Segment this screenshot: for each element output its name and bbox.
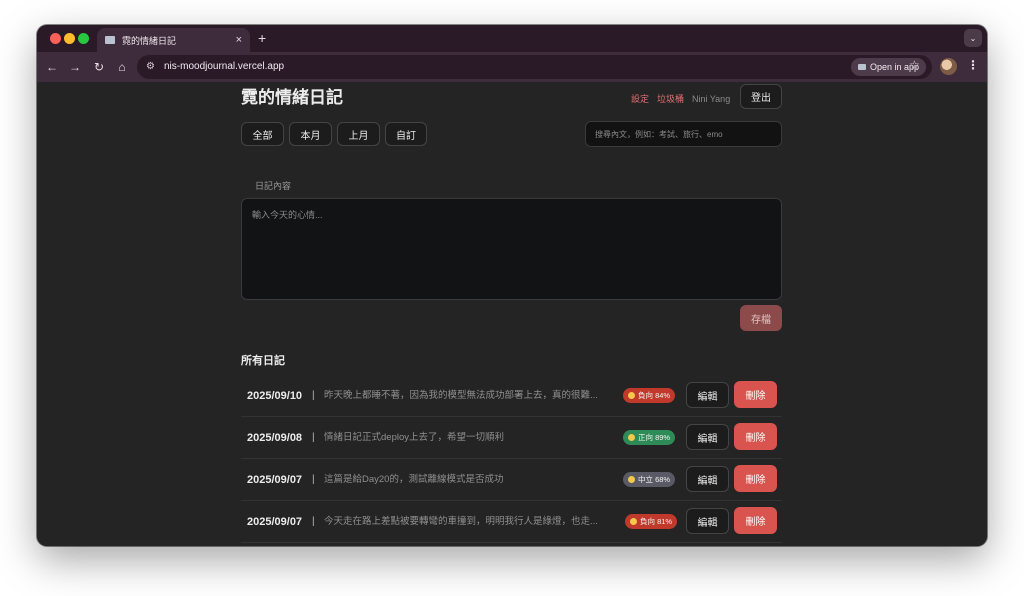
sentiment-badge: 中立 68% [623, 472, 676, 487]
search-input[interactable] [585, 121, 782, 147]
trash-link[interactable]: 垃圾桶 [657, 93, 684, 105]
tab-close-icon[interactable]: × [236, 34, 242, 46]
delete-button[interactable]: 刪除 [734, 507, 777, 534]
entry-row: 2025/09/07 | 這篇是給Day20的，測試離線模式是否成功 中立 68% 編輯… [241, 459, 782, 501]
filter-all-button[interactable]: 全部 [241, 122, 284, 146]
browser-window: 霓的情緒日記 × + ⌄ ← → ↻ ⌂ ⚙ nis-moodjournal.v… [37, 25, 987, 546]
sentiment-badge: 正向 89% [623, 430, 676, 445]
entry-separator: | [312, 390, 315, 401]
settings-link[interactable]: 設定 [631, 93, 649, 105]
home-icon[interactable]: ⌂ [114, 59, 130, 75]
entry-text: 這篇是給Day20的，測試離線模式是否成功 [324, 474, 504, 485]
delete-button[interactable]: 刪除 [734, 465, 777, 492]
sentiment-label: 負向 81% [640, 517, 673, 526]
edit-button[interactable]: 編輯 [686, 508, 729, 534]
entry-text: 情緒日記正式deploy上去了，希望一切順利 [324, 432, 504, 443]
tab-strip: 霓的情緒日記 × + ⌄ [37, 25, 987, 52]
entry-row: 2025/09/08 | 情緒日記正式deploy上去了，希望一切順利 正向 89% 編… [241, 417, 782, 459]
sentiment-badge: 負向 84% [623, 388, 676, 403]
entry-row: 2025/09/07 | 今天走在路上差點被要轉彎的車撞到，明明我行人是綠燈，也走.… [241, 501, 782, 543]
all-entries-title: 所有日記 [241, 355, 285, 367]
emoji-face-icon [628, 476, 635, 483]
emoji-face-icon [628, 392, 635, 399]
edit-button[interactable]: 編輯 [686, 382, 729, 408]
maximize-window-button[interactable] [78, 33, 89, 44]
sentiment-label: 負向 84% [638, 391, 671, 400]
entry-separator: | [312, 432, 315, 443]
entry-date: 2025/09/07 [247, 516, 303, 528]
sentiment-label: 正向 89% [638, 433, 671, 442]
browser-tab[interactable]: 霓的情緒日記 × [97, 28, 250, 52]
forward-arrow-icon[interactable]: → [67, 59, 83, 75]
delete-button[interactable]: 刪除 [734, 423, 777, 450]
entry-text: 今天走在路上差點被要轉彎的車撞到，明明我行人是綠燈，也走... [324, 516, 598, 527]
tab-title: 霓的情緒日記 [122, 35, 177, 46]
sentiment-label: 中立 68% [638, 475, 671, 484]
entry-row: 2025/09/10 | 昨天晚上都睡不著，因為我的模型無法成功部署上去，真的很難.… [241, 375, 782, 417]
filter-this-month-button[interactable]: 本月 [289, 122, 332, 146]
new-tab-button[interactable]: + [258, 30, 266, 46]
site-info-icon[interactable]: ⚙ [146, 61, 155, 73]
user-name: Nini Yang [692, 94, 731, 104]
edit-button[interactable]: 編輯 [686, 466, 729, 492]
entry-separator: | [312, 474, 315, 485]
sentiment-badge: 負向 81% [625, 514, 678, 529]
emoji-face-icon [630, 518, 637, 525]
entry-separator: | [312, 516, 315, 527]
more-menu-icon[interactable]: ⋮ [967, 58, 979, 72]
app-icon [857, 64, 866, 70]
logout-button[interactable]: 登出 [740, 84, 782, 109]
browser-toolbar: ← → ↻ ⌂ ⚙ nis-moodjournal.vercel.app Ope… [37, 52, 987, 82]
delete-button[interactable]: 刪除 [734, 381, 777, 408]
book-icon [105, 36, 115, 44]
page-content: 霓的情緒日記 設定 垃圾桶 Nini Yang 登出 全部 本月 上月 自訂 日… [37, 82, 987, 546]
page-title: 霓的情緒日記 [241, 88, 343, 107]
profile-avatar[interactable] [940, 58, 957, 75]
filter-last-month-button[interactable]: 上月 [337, 122, 380, 146]
entry-date: 2025/09/07 [247, 474, 303, 486]
url-text[interactable]: nis-moodjournal.vercel.app [164, 61, 284, 73]
bookmark-star-icon[interactable]: ☆ [909, 58, 920, 72]
address-bar[interactable]: ⚙ nis-moodjournal.vercel.app Open in app [137, 55, 932, 79]
entry-row: 2025/09/06|走在路上突然撿到100塊，超級開心的，不過有種說法是撿到錢… [241, 543, 782, 546]
close-window-button[interactable] [50, 33, 61, 44]
entries-list: 2025/09/10 | 昨天晚上都睡不著，因為我的模型無法成功部署上去，真的很難.… [241, 375, 782, 546]
filter-custom-button[interactable]: 自訂 [385, 122, 427, 146]
diary-content-label: 日記內容 [255, 181, 292, 191]
back-arrow-icon[interactable]: ← [44, 59, 60, 75]
edit-button[interactable]: 編輯 [686, 424, 729, 450]
save-button[interactable]: 存檔 [740, 305, 782, 331]
diary-textarea[interactable] [241, 198, 782, 300]
entry-text: 昨天晚上都睡不著，因為我的模型無法成功部署上去，真的很難... [324, 390, 598, 401]
entry-date: 2025/09/08 [247, 432, 303, 444]
minimize-window-button[interactable] [64, 33, 75, 44]
chevron-down-icon[interactable]: ⌄ [964, 29, 982, 47]
entry-date: 2025/09/10 [247, 390, 303, 402]
emoji-face-icon [628, 434, 635, 441]
reload-icon[interactable]: ↻ [91, 59, 107, 75]
